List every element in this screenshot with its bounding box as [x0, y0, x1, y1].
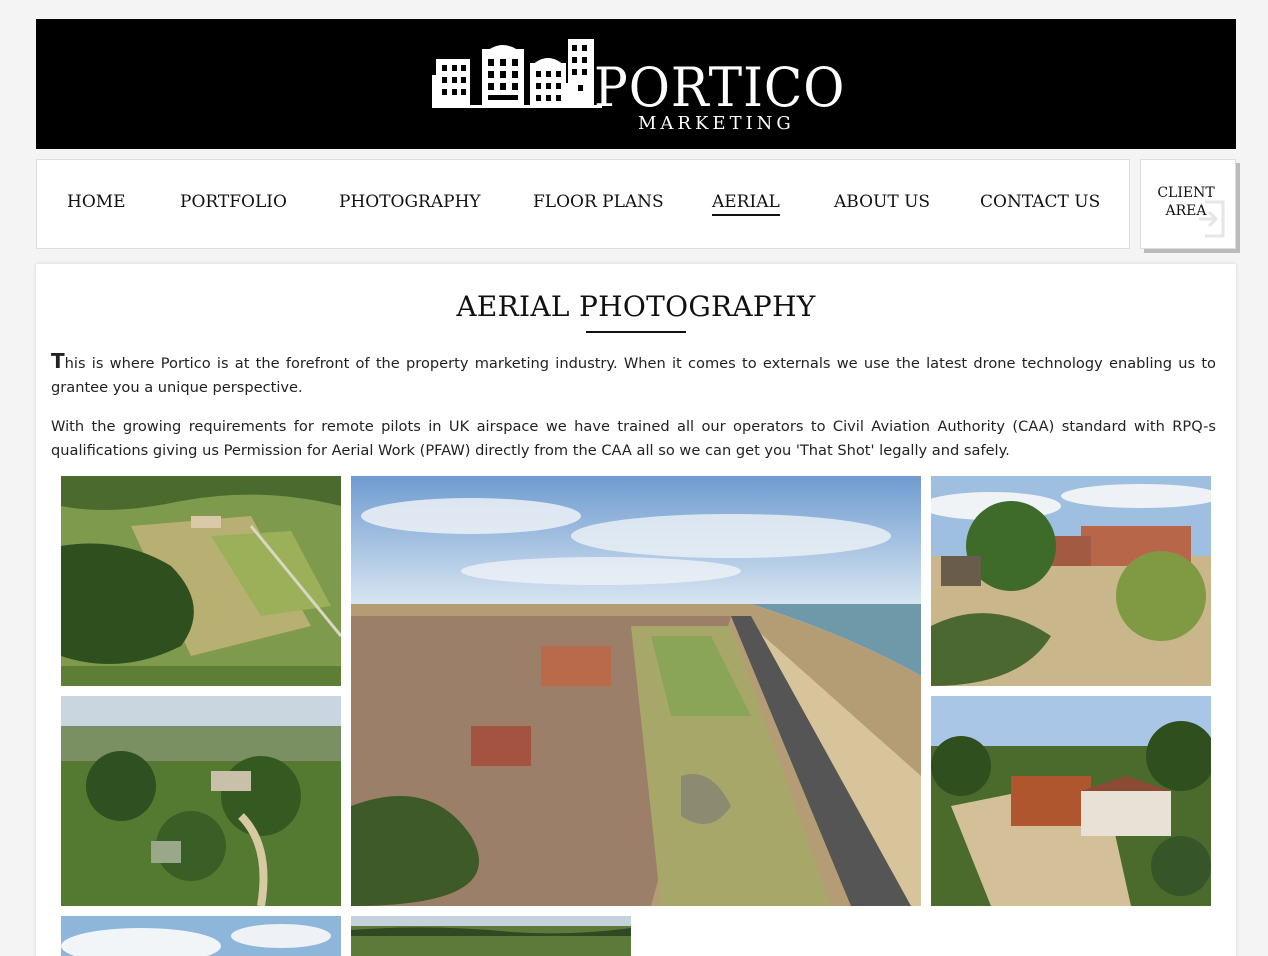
- aerial-sky-photo[interactable]: [61, 916, 341, 956]
- buildings-logo-icon: [432, 39, 602, 108]
- title-divider: [586, 331, 686, 333]
- client-area-button[interactable]: CLIENT AREA: [1140, 159, 1236, 249]
- nav-item-portfolio[interactable]: PORTFOLIO: [180, 194, 287, 211]
- brand-subtitle: MARKETING: [638, 113, 795, 134]
- nav-item-photography[interactable]: PHOTOGRAPHY: [339, 194, 481, 211]
- nav-item-floor-plans[interactable]: FLOOR PLANS: [533, 194, 664, 211]
- aerial-buildings-photo[interactable]: [931, 476, 1211, 686]
- nav-item-about-us[interactable]: ABOUT US: [834, 194, 930, 211]
- client-area-line1: CLIENT: [1157, 185, 1215, 201]
- client-area-line2: AREA: [1165, 203, 1207, 219]
- nav-item-home[interactable]: HOME: [67, 194, 126, 211]
- intro-dropcap: T: [51, 349, 65, 373]
- portico-logo[interactable]: PORTICO MARKETING: [432, 33, 852, 137]
- content-panel: AERIAL PHOTOGRAPHY This is where Portico…: [36, 264, 1236, 956]
- intro-text: his is where Portico is at the forefront…: [51, 355, 1216, 396]
- aerial-fields-photo[interactable]: [61, 476, 341, 686]
- aerial-countryside-photo[interactable]: [61, 696, 341, 906]
- intro-paragraph: This is where Portico is at the forefron…: [51, 349, 1216, 399]
- client-area-label: CLIENT AREA: [1141, 184, 1231, 220]
- nav-item-contact-us[interactable]: CONTACT US: [980, 194, 1100, 211]
- aerial-coastline-photo[interactable]: [351, 476, 921, 906]
- brand-title: PORTICO: [594, 56, 846, 119]
- site-header: PORTICO MARKETING: [36, 19, 1236, 149]
- page-title: AERIAL PHOTOGRAPHY: [456, 290, 816, 323]
- aerial-landscape-photo[interactable]: [351, 916, 631, 956]
- nav-item-aerial[interactable]: AERIAL: [712, 194, 780, 216]
- aerial-house-photo[interactable]: [931, 696, 1211, 906]
- caa-paragraph: With the growing requirements for remote…: [51, 418, 1216, 459]
- main-nav: HOME PORTFOLIO PHOTOGRAPHY FLOOR PLANS A…: [36, 159, 1130, 249]
